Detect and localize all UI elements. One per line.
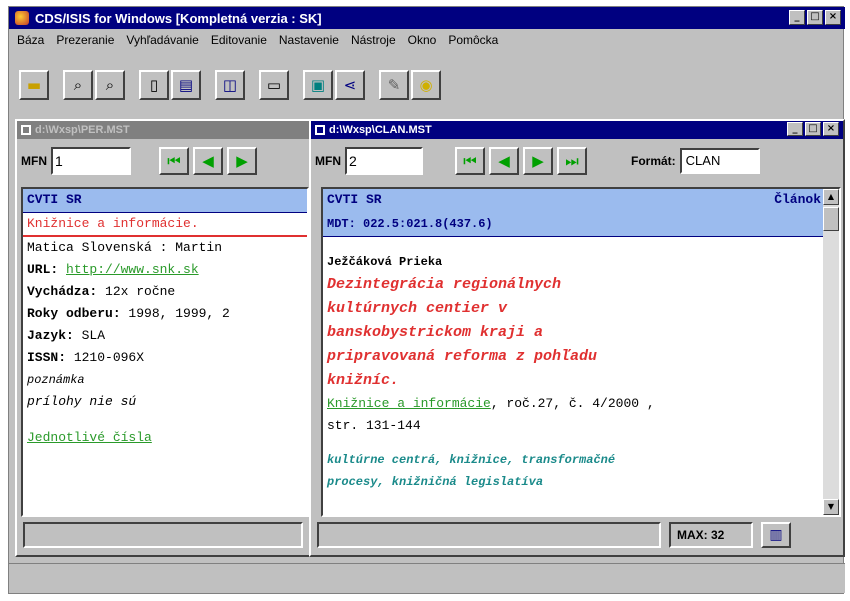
menu-pomocka[interactable]: Pomôcka [448, 33, 498, 47]
format-label: Formát: [631, 154, 676, 168]
window-icon [315, 125, 325, 135]
menu-prezeranie[interactable]: Prezeranie [56, 33, 114, 47]
next-record-icon[interactable]: ▶ [227, 147, 257, 175]
title-bar[interactable]: CDS/ISIS for Windows [Kompletná verzia :… [9, 7, 845, 29]
next-record-icon[interactable]: ▶ [523, 147, 553, 175]
search-icon[interactable]: ⌕ [63, 70, 93, 100]
author: Ježčáková Prieka [327, 255, 443, 269]
record-title: Knižnice a informácie. [23, 213, 307, 237]
left-window-title: d:\Wxsp\PER.MST [35, 124, 130, 136]
menu-vyhladavanie[interactable]: Vyhľadávanie [126, 33, 198, 47]
header-type: Článok [774, 192, 821, 207]
right-nav-row: MFN 2 ⏮ ◀ ▶ ⏭ Formát: CLAN [311, 139, 843, 183]
pages: str. 131-144 [327, 418, 421, 433]
record-line-url: URL: http://www.snk.sk [27, 262, 199, 277]
menu-nastavenie[interactable]: Nastavenie [279, 33, 339, 47]
search-icon[interactable]: ⌕ [95, 70, 125, 100]
source-link[interactable]: Knižnice a informácie [327, 396, 491, 411]
minimize-button[interactable]: _ [789, 10, 805, 25]
left-status-row [17, 519, 313, 551]
scrollbar[interactable]: ▲ ▼ [823, 189, 839, 515]
scroll-thumb[interactable] [823, 207, 839, 231]
toolbar: ▬ ⌕ ⌕ ▯ ▤ ◫ ▭ ▣ ⋖ ✎ ◉ [9, 55, 845, 115]
sort-icon[interactable]: ⋖ [335, 70, 365, 100]
child-window-controls: _ □ × [787, 122, 839, 136]
right-window-title-bar[interactable]: d:\Wxsp\CLAN.MST _ □ × [311, 121, 843, 139]
maximize-button[interactable]: □ [807, 10, 823, 25]
book-icon[interactable]: ▥ [761, 522, 791, 548]
window-icon [21, 125, 31, 135]
app-window: CDS/ISIS for Windows [Kompletná verzia :… [8, 6, 845, 594]
mdt-line: MDT: 022.5:021.8(437.6) [323, 213, 839, 237]
record-line: Matica Slovenská : Martin [27, 240, 223, 255]
left-window-title-bar[interactable]: d:\Wxsp\PER.MST [17, 121, 313, 139]
print-icon[interactable]: ▭ [259, 70, 289, 100]
app-icon [15, 11, 29, 25]
menu-okno[interactable]: Okno [408, 33, 437, 47]
menu-editovanie[interactable]: Editovanie [211, 33, 267, 47]
left-record-display: CVTI SR Knižnice a informácie. Matica Sl… [21, 187, 309, 517]
article-title: Dezintegrácia regionálnych kultúrnych ce… [327, 276, 598, 389]
source-line: Knižnice a informácie, roč.27, č. 4/2000… [327, 396, 655, 411]
record-line: ISSN: 1210-096X [27, 350, 145, 365]
previous-record-icon[interactable]: ◀ [489, 147, 519, 175]
clipboard-icon[interactable]: ▯ [139, 70, 169, 100]
scroll-up-icon[interactable]: ▲ [823, 189, 839, 205]
max-records: MAX: 32 [669, 522, 753, 548]
url-link[interactable]: http://www.snk.sk [66, 262, 199, 277]
last-record-icon[interactable]: ⏭ [557, 147, 587, 175]
open-folder-icon[interactable]: ▬ [19, 70, 49, 100]
display-icon[interactable]: ▣ [303, 70, 333, 100]
close-button[interactable]: × [825, 10, 841, 25]
record-note: poznámka [27, 373, 85, 387]
record-line: Vychádza: 12x ročne [27, 284, 176, 299]
first-record-icon[interactable]: ⏮ [455, 147, 485, 175]
app-status-bar [9, 563, 845, 593]
mfn-input[interactable]: 1 [51, 147, 131, 175]
right-record-display: CVTI SR Článok MDT: 022.5:021.8(437.6) J… [321, 187, 841, 517]
right-status-field [317, 522, 661, 548]
header-source: CVTI SR [327, 192, 382, 207]
window-controls: _ □ × [789, 10, 841, 25]
mfn-input[interactable]: 2 [345, 147, 423, 175]
maximize-button[interactable]: □ [805, 122, 821, 136]
mfn-label: MFN [315, 154, 341, 168]
right-window-title: d:\Wxsp\CLAN.MST [329, 124, 432, 136]
preview-icon[interactable]: ◫ [215, 70, 245, 100]
left-nav-row: MFN 1 ⏮ ◀ ▶ [17, 139, 313, 183]
previous-record-icon[interactable]: ◀ [193, 147, 223, 175]
scroll-down-icon[interactable]: ▼ [823, 499, 839, 515]
first-record-icon[interactable]: ⏮ [159, 147, 189, 175]
app-title: CDS/ISIS for Windows [Kompletná verzia :… [35, 10, 322, 26]
minimize-button[interactable]: _ [787, 122, 803, 136]
menu-nastroje[interactable]: Nástroje [351, 33, 396, 47]
record-header: CVTI SR [23, 189, 307, 213]
right-status-row: MAX: 32 ▥ [311, 519, 843, 551]
edit-record-icon[interactable]: ▤ [171, 70, 201, 100]
bulb-icon[interactable]: ◉ [411, 70, 441, 100]
mfn-label: MFN [21, 154, 47, 168]
left-status-field [23, 522, 303, 548]
pencil-icon[interactable]: ✎ [379, 70, 409, 100]
close-button[interactable]: × [823, 122, 839, 136]
record-line: Jazyk: SLA [27, 328, 106, 343]
format-select[interactable]: CLAN [679, 148, 760, 174]
right-record-window: d:\Wxsp\CLAN.MST _ □ × MFN 2 ⏮ ◀ ▶ ⏭ For… [309, 119, 845, 557]
record-note: prílohy nie sú [27, 394, 137, 409]
issues-link[interactable]: Jednotlivé čísla [23, 427, 307, 449]
menu-baza[interactable]: Báza [17, 33, 44, 47]
left-record-window: d:\Wxsp\PER.MST MFN 1 ⏮ ◀ ▶ CVTI SR Kniž… [15, 119, 315, 557]
record-line: Roky odberu: 1998, 1999, 2 [27, 306, 230, 321]
record-header: CVTI SR Článok [323, 189, 839, 213]
keywords: kultúrne centrá, knižnice, transformačné… [327, 453, 616, 489]
menu-bar: Báza Prezeranie Vyhľadávanie Editovanie … [9, 29, 845, 51]
